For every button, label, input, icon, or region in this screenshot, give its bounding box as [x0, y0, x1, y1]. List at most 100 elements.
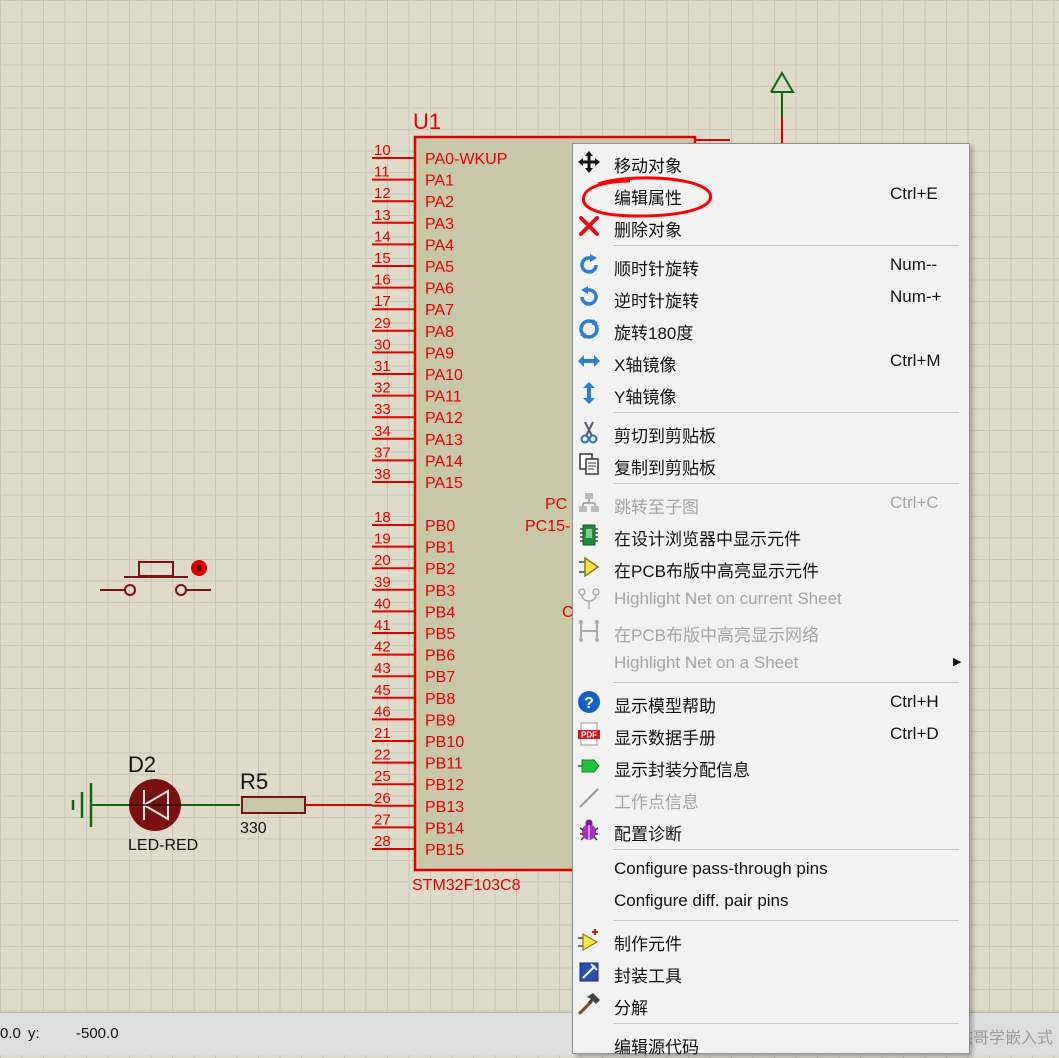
- delete-icon: [577, 214, 601, 238]
- chip-pin-name: PB1: [425, 540, 455, 557]
- chip-browser-icon: [577, 523, 601, 547]
- menu-item-1[interactable]: 移动对象: [573, 147, 969, 177]
- chip-pin-name: PB12: [425, 777, 464, 794]
- push-button-component[interactable]: [100, 560, 211, 596]
- menu-item-2[interactable]: 编辑属性 Ctrl+E: [573, 179, 969, 209]
- chip-pin-number: 34: [374, 423, 391, 440]
- menu-item-18[interactable]: PDF 显示数据手册 Ctrl+D: [573, 719, 969, 749]
- status-y-label: y:: [28, 1025, 40, 1042]
- chip-pin-number: 39: [374, 574, 391, 591]
- hammer-icon: [577, 992, 601, 1016]
- menu-item-9[interactable]: 剪切到剪贴板: [573, 417, 969, 447]
- menu-item-15: 在PCB布版中高亮显示网络: [573, 616, 969, 646]
- chip-pin-number: 22: [374, 747, 391, 764]
- chip-pin-name: PA8: [425, 324, 454, 341]
- chip-pin-name: PA1: [425, 173, 454, 190]
- menu-item-26[interactable]: 分解: [573, 989, 969, 1019]
- chip-pin-name: PA3: [425, 216, 454, 233]
- menu-item-label: 逆时针旋转: [614, 292, 699, 311]
- chip-pin-number: 30: [374, 336, 391, 353]
- menu-item-22[interactable]: Configure pass-through pins: [573, 854, 969, 884]
- menu-item-label: 编辑属性: [614, 189, 682, 208]
- chip-pin-number: 32: [374, 380, 391, 397]
- chip-pin-name: PB5: [425, 626, 455, 643]
- menu-separator: [613, 483, 959, 484]
- mirror-y-icon: [577, 381, 601, 405]
- menu-item-label: 在PCB布版中高亮显示网络: [614, 626, 819, 645]
- chip-pin-number: 14: [374, 228, 391, 245]
- menu-item-label: 删除对象: [614, 221, 682, 240]
- chip-pin-number: 15: [374, 250, 391, 267]
- chip-pin-number: 42: [374, 639, 391, 656]
- chip-pin-name: PA11: [425, 389, 462, 406]
- menu-item-label: X轴镜像: [614, 356, 677, 375]
- package-tool-icon: [577, 960, 601, 984]
- chip-pin-name: PA14: [425, 453, 463, 470]
- menu-item-label: 工作点信息: [614, 793, 699, 812]
- menu-item-7[interactable]: X轴镜像 Ctrl+M: [573, 346, 969, 376]
- menu-separator: [613, 245, 959, 246]
- chip-pin-name: PB4: [425, 604, 455, 621]
- chip-pin-name: PB0: [425, 518, 455, 535]
- chip-pin-number: 38: [374, 466, 391, 483]
- chip-pin-name: PA7: [425, 302, 454, 319]
- resistor-component[interactable]: [241, 796, 306, 814]
- chip-pin-number: 18: [374, 509, 391, 526]
- menu-item-11: 跳转至子图 Ctrl+C: [573, 488, 969, 518]
- chip-pin-number: 46: [374, 703, 391, 720]
- resistor-value: 330: [240, 820, 267, 837]
- menu-item-label: 剪切到剪贴板: [614, 427, 716, 446]
- edit-icon: [577, 182, 601, 206]
- menu-item-19[interactable]: 显示封装分配信息: [573, 751, 969, 781]
- chip-pin-name: PB2: [425, 561, 455, 578]
- menu-item-label: 封装工具: [614, 967, 682, 986]
- menu-item-8[interactable]: Y轴镜像: [573, 378, 969, 408]
- ground-symbol[interactable]: [71, 783, 128, 827]
- menu-item-label: 编辑源代码: [614, 1038, 699, 1057]
- menu-item-12[interactable]: 在设计浏览器中显示元件: [573, 520, 969, 550]
- menu-item-10[interactable]: 复制到剪贴板: [573, 449, 969, 479]
- chip-pin-number: 45: [374, 682, 391, 699]
- chip-pin-number: 13: [374, 207, 391, 224]
- menu-item-13[interactable]: 在PCB布版中高亮显示元件: [573, 552, 969, 582]
- menu-separator: [613, 1023, 959, 1024]
- chip-pin-number: 16: [374, 272, 391, 289]
- chip-pin-number: 43: [374, 660, 391, 677]
- chip-pin-name: PB3: [425, 583, 455, 600]
- chip-ref: U1: [413, 109, 441, 134]
- chip-pin-name: PB14: [425, 820, 464, 837]
- rotate-cw-icon: [577, 253, 601, 277]
- led-component[interactable]: [128, 779, 182, 831]
- menu-item-label: 复制到剪贴板: [614, 459, 716, 478]
- package-icon: [577, 754, 601, 778]
- menu-item-label: Configure pass-through pins: [614, 859, 828, 878]
- chip-pin-number: 27: [374, 811, 391, 828]
- menu-item-17[interactable]: ? 显示模型帮助 Ctrl+H: [573, 687, 969, 717]
- menu-item-4[interactable]: 顺时针旋转 Num--: [573, 250, 969, 280]
- menu-item-label: 在设计浏览器中显示元件: [614, 530, 801, 549]
- menu-item-3[interactable]: 删除对象: [573, 211, 969, 241]
- chip-pin-name: PB13: [425, 799, 464, 816]
- menu-item-23[interactable]: Configure diff. pair pins: [573, 886, 969, 916]
- menu-item-5[interactable]: 逆时针旋转 Num-+: [573, 282, 969, 312]
- chip-pin-name: PB11: [425, 756, 463, 773]
- menu-item-16: Highlight Net on a Sheet ▶: [573, 648, 969, 678]
- menu-item-label: Highlight Net on a Sheet: [614, 653, 799, 672]
- menu-item-6[interactable]: 旋转180度: [573, 314, 969, 344]
- chip-pin-name: PB10: [425, 734, 464, 751]
- menu-item-24[interactable]: 制作元件: [573, 925, 969, 955]
- menu-item-icon-empty: [577, 1031, 601, 1055]
- menu-item-25[interactable]: 封装工具: [573, 957, 969, 987]
- copy-icon: [577, 452, 601, 476]
- move-icon: [577, 150, 601, 174]
- chip-pin-number: 33: [374, 401, 391, 418]
- hierarchy-icon: [577, 491, 601, 515]
- chip-pin-name: PA9: [425, 345, 454, 362]
- resistor-ref: R5: [240, 769, 268, 794]
- menu-item-21[interactable]: 配置诊断: [573, 815, 969, 845]
- chip-pin-name: PA15: [425, 475, 463, 492]
- power-terminal-icon[interactable]: [695, 71, 795, 143]
- chip-pin-number: 37: [374, 444, 391, 461]
- menu-item-label: Configure diff. pair pins: [614, 891, 789, 910]
- chip-pin-number: 17: [374, 293, 391, 310]
